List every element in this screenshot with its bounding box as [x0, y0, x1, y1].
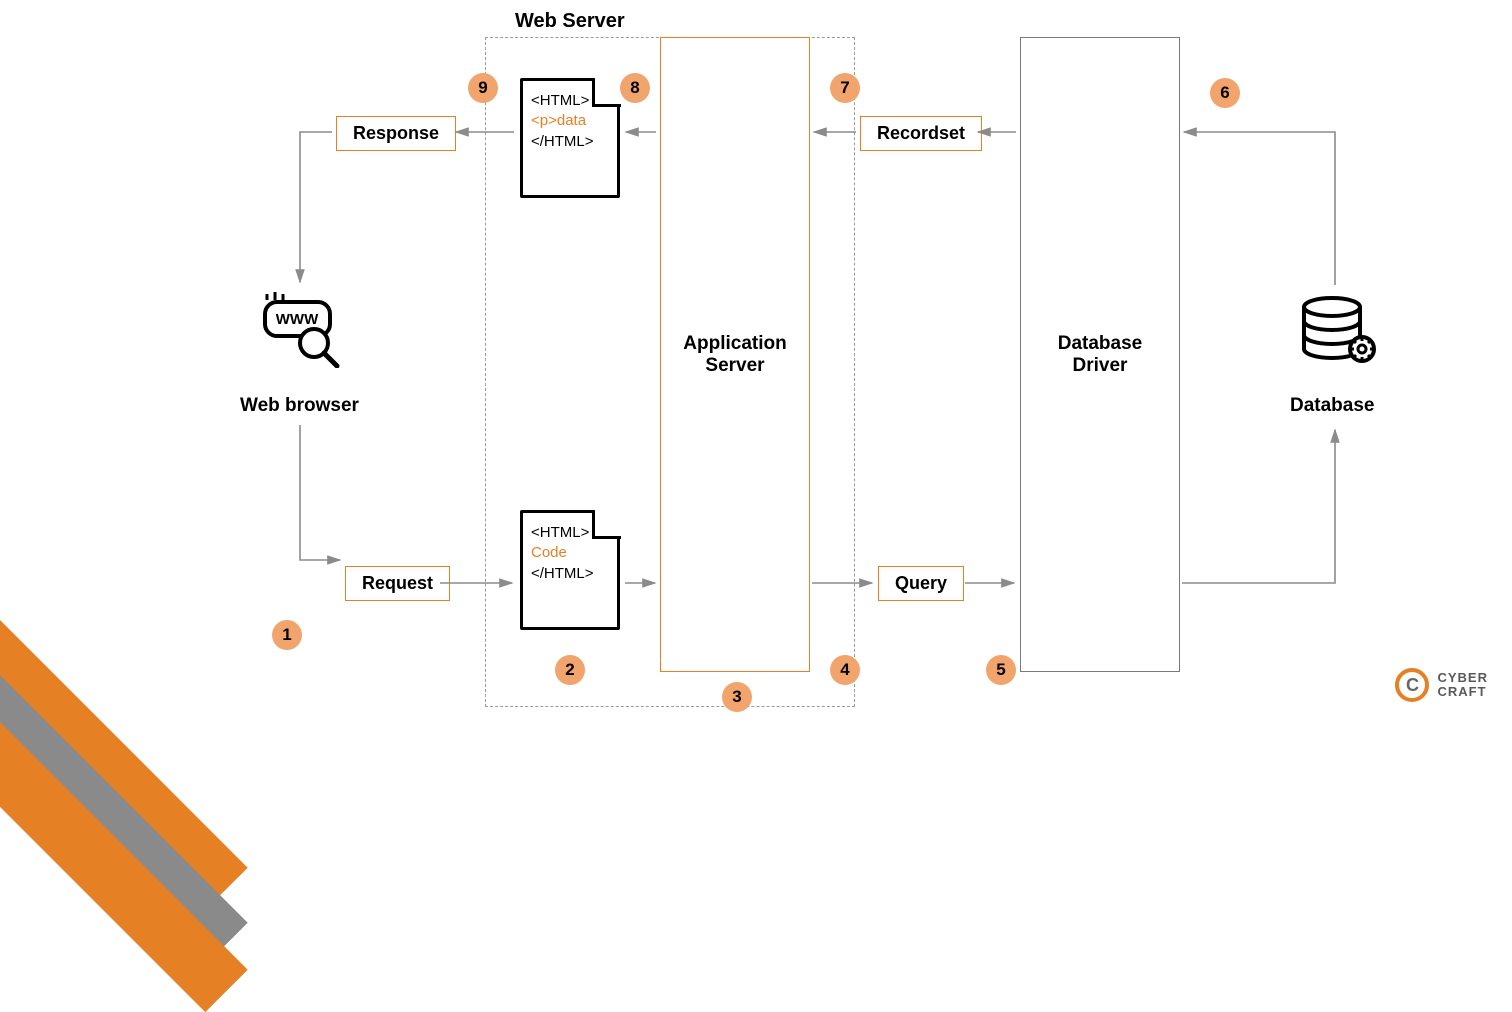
application-server-box: Application Server — [660, 37, 810, 672]
recordset-box: Recordset — [860, 116, 982, 151]
doc-line-highlight: <p>data — [531, 111, 609, 131]
database-label: Database — [1290, 395, 1375, 417]
database-driver-box: Database Driver — [1020, 37, 1180, 672]
doc-line: <HTML> — [531, 91, 609, 111]
database-icon — [1300, 295, 1380, 378]
web-browser-icon: WWW — [259, 288, 349, 373]
logo-letter: C — [1406, 675, 1419, 696]
logo-line1: CYBER — [1437, 671, 1488, 685]
html-doc-code: <HTML> Code </HTML> — [520, 510, 620, 630]
cybercraft-logo: C CYBER CRAFT — [1395, 668, 1488, 702]
logo-text: CYBER CRAFT — [1437, 671, 1488, 700]
request-box: Request — [345, 566, 450, 601]
step-badge-3: 3 — [722, 682, 752, 712]
step-badge-1: 1 — [272, 620, 302, 650]
logo-mark: C — [1395, 668, 1429, 702]
web-browser-label: Web browser — [240, 395, 359, 417]
doc-line: </HTML> — [531, 132, 609, 152]
web-server-title: Web Server — [515, 10, 625, 33]
application-server-label: Application Server — [683, 333, 786, 377]
database-driver-label: Database Driver — [1058, 333, 1143, 377]
step-badge-6: 6 — [1210, 78, 1240, 108]
svg-text:WWW: WWW — [276, 311, 319, 328]
step-badge-5: 5 — [986, 655, 1016, 685]
step-badge-7: 7 — [830, 73, 860, 103]
response-box: Response — [336, 116, 456, 151]
logo-line2: CRAFT — [1437, 685, 1488, 699]
step-badge-9: 9 — [468, 73, 498, 103]
query-box: Query — [878, 566, 964, 601]
html-doc-data: <HTML> <p>data </HTML> — [520, 78, 620, 198]
doc-line: </HTML> — [531, 564, 609, 584]
doc-line: <HTML> — [531, 523, 609, 543]
step-badge-4: 4 — [830, 655, 860, 685]
step-badge-2: 2 — [555, 655, 585, 685]
step-badge-8: 8 — [620, 73, 650, 103]
doc-line-highlight: Code — [531, 543, 609, 563]
